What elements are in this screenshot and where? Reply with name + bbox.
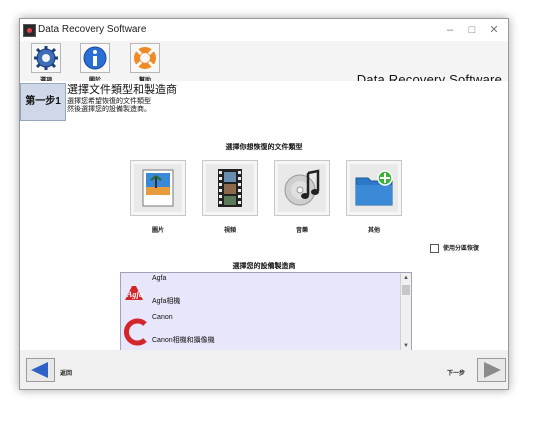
help-button[interactable]: 幫助 (127, 43, 163, 84)
film-icon (202, 160, 258, 216)
partition-recovery-checkbox[interactable] (430, 243, 439, 253)
app-window: Data Recovery Software – □ ✕ 選項 (19, 18, 509, 390)
back-label: 返回 (60, 371, 73, 377)
file-type-video[interactable]: 視頻 (200, 160, 260, 234)
file-type-heading: 選擇你想恢復的文件類型 (225, 144, 303, 151)
manufacturer-subtitle: Agfa相機 (152, 298, 181, 305)
manufacturer-heading: 選擇您的設備製造商 (232, 263, 296, 270)
gear-icon (31, 43, 61, 73)
other-label: 其他 (367, 228, 380, 234)
partition-recovery-option[interactable]: 使用分區恢復 (430, 243, 479, 253)
arrow-right-icon (484, 362, 501, 378)
svg-text:Agfa: Agfa (126, 290, 143, 299)
picture-icon (130, 160, 186, 216)
step-title: 選擇文件類型和製造商 (67, 84, 177, 96)
about-button[interactable]: 關於 (77, 43, 113, 84)
step-desc-line1: 選擇您希望恢復的文件類型 (67, 98, 151, 105)
main-content: 選擇你想恢復的文件類型 圖片 視頻 音樂 其他 使用分區恢復 選擇您的設備製造商… (20, 122, 508, 352)
minimize-button[interactable]: – (442, 22, 458, 38)
scroll-up-icon[interactable]: ▲ (401, 273, 411, 283)
help-lifebuoy-icon (130, 43, 160, 73)
close-button[interactable]: ✕ (486, 22, 502, 38)
manufacturer-name: Agfa (152, 275, 167, 282)
manufacturer-name: Canon (152, 314, 173, 321)
step-badge: 第一步1 (20, 83, 66, 121)
file-type-other[interactable]: 其他 (344, 160, 404, 234)
app-icon (23, 24, 36, 37)
info-icon (80, 43, 110, 73)
footer: 返回 下一步 (20, 350, 508, 389)
canon-logo-icon (123, 318, 151, 346)
agfa-logo-icon: Agfa (123, 284, 151, 302)
music-label: 音樂 (295, 228, 308, 234)
maximize-button[interactable]: □ (464, 22, 480, 38)
step-description: 選擇您希望恢復的文件類型 然後選擇您的設備製造商。 (67, 98, 151, 114)
file-type-music[interactable]: 音樂 (272, 160, 332, 234)
next-label: 下一步 (447, 371, 466, 377)
list-item[interactable]: Agfa Agfa Agfa相機 (121, 273, 401, 312)
manufacturer-subtitle: Canon相機和攝像機 (152, 337, 215, 344)
back-button[interactable] (26, 358, 55, 382)
folder-add-icon (346, 160, 402, 216)
music-cd-icon (274, 160, 330, 216)
next-button[interactable] (477, 358, 506, 382)
arrow-left-icon (31, 362, 48, 378)
step-desc-line2: 然後選擇您的設備製造商。 (67, 106, 151, 113)
manufacturer-list[interactable]: Agfa Agfa Agfa相機 Canon Canon相機和攝像機 ▲ ▼ (120, 272, 412, 352)
list-item[interactable]: Canon Canon相機和攝像機 (121, 312, 401, 351)
file-type-pictures[interactable]: 圖片 (128, 160, 188, 234)
video-label: 視頻 (223, 228, 236, 234)
list-scrollbar[interactable]: ▲ ▼ (400, 273, 411, 351)
scroll-thumb[interactable] (402, 285, 410, 295)
window-title: Data Recovery Software (38, 24, 147, 35)
title-bar: Data Recovery Software – □ ✕ (20, 19, 508, 41)
partition-recovery-label: 使用分區恢復 (443, 246, 480, 252)
options-button[interactable]: 選項 (28, 43, 64, 84)
pictures-label: 圖片 (151, 228, 164, 234)
step-header: 第一步1 選擇文件類型和製造商 選擇您希望恢復的文件類型 然後選擇您的設備製造商… (20, 81, 508, 122)
